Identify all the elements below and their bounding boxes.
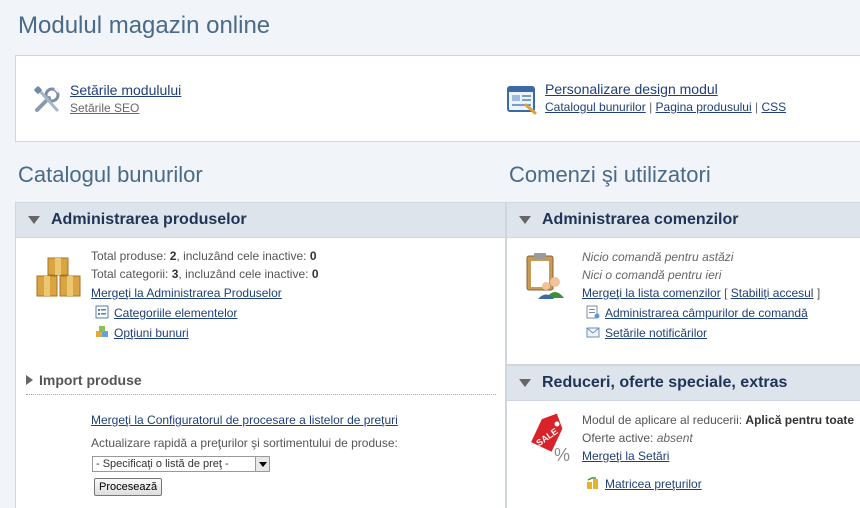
envelope-icon — [586, 327, 600, 338]
products-admin-title: Administrarea produselor — [51, 211, 247, 228]
import-products-toggle[interactable]: Import produse — [26, 372, 142, 388]
no-orders-yesterday-text: Nici o comandă pentru ieri — [582, 268, 722, 282]
seo-settings-link[interactable]: Setările SEO — [70, 101, 139, 115]
no-orders-today-text: Nicio comandă pentru astăzi — [582, 250, 734, 264]
separator: | — [754, 100, 759, 114]
collapse-triangle-icon[interactable] — [28, 216, 40, 224]
collapse-triangle-icon[interactable] — [519, 379, 531, 387]
expand-triangle-icon[interactable] — [26, 375, 33, 385]
notification-settings-link[interactable]: Setările notificărilor — [605, 326, 707, 340]
active-offers-label: Oferte active: — [582, 431, 657, 445]
form-fields-icon — [586, 305, 600, 319]
orders-admin-header[interactable]: Administrarea comenzilor — [507, 203, 860, 238]
design-window-icon — [507, 86, 537, 115]
price-list-select[interactable]: - Specificaţi o listă de preţ - — [92, 456, 270, 472]
total-categories-label: Total categorii: — [91, 267, 172, 281]
module-settings-link[interactable]: Setările modulului — [70, 82, 181, 99]
goto-orders-link[interactable]: Mergeţi la lista comenzilor — [582, 286, 721, 300]
orders-admin-title: Administrarea comenzilor — [542, 211, 739, 228]
module-settings-box: Setările modulului Setările SEO Personal… — [15, 55, 860, 142]
design-product-page-link[interactable]: Pagina produsului — [656, 100, 752, 114]
total-categories-line: Total categorii: 3, incluzând cele inact… — [91, 265, 319, 283]
import-products-title: Import produse — [39, 372, 142, 388]
design-catalog-link[interactable]: Catalogul bunurilor — [545, 100, 646, 114]
bracket-open: [ — [724, 286, 728, 300]
total-products-line: Total produse: 2, incluzând cele inactiv… — [91, 247, 317, 265]
total-products-inactive-value: 0 — [309, 249, 317, 263]
orders-section-title: Comenzi şi utilizatori — [509, 162, 711, 187]
tools-icon — [34, 86, 61, 112]
discounts-header[interactable]: Reduceri, oferte speciale, extras — [507, 366, 860, 401]
module-settings-item: Setările modulului Setările SEO — [31, 82, 181, 117]
total-categories-inactive-value: 0 — [311, 267, 319, 281]
collapse-triangle-icon[interactable] — [519, 216, 531, 224]
set-access-link[interactable]: Stabiliţi accesul — [731, 286, 814, 300]
cubes-icon — [96, 326, 108, 337]
active-offers-value: absent — [656, 431, 693, 445]
discount-mode-line: Modul de aplicare al reducerii: Aplică p… — [582, 411, 854, 429]
order-fields-link[interactable]: Administrarea câmpurilor de comandă — [605, 306, 808, 320]
clipboard-users-icon — [526, 253, 564, 299]
quick-update-text: Actualizare rapidă a preţurilor şi sorti… — [91, 436, 398, 450]
goto-settings-link[interactable]: Mergeţi la Setări — [582, 449, 669, 463]
total-categories-inactive-label: , incluzând cele inactive: — [178, 267, 312, 281]
total-products-label: Total produse: — [91, 249, 170, 263]
percent-sign: % — [554, 445, 570, 465]
catalog-section-title: Catalogul bunurilor — [18, 162, 203, 187]
process-button[interactable]: Procesează — [94, 478, 163, 496]
list-icon — [95, 305, 109, 319]
price-matrix-icon — [587, 477, 598, 489]
bracket-close: ] — [816, 286, 821, 300]
configurator-link[interactable]: Mergeţi la Configuratorul de procesare a… — [91, 413, 398, 427]
product-options-link[interactable]: Opţiuni bunuri — [114, 326, 189, 340]
boxes-icon — [36, 257, 81, 297]
products-admin-header[interactable]: Administrarea produselor — [16, 203, 505, 238]
divider — [26, 394, 496, 395]
price-matrix-link[interactable]: Matricea preţurilor — [605, 477, 702, 491]
goto-products-admin-link[interactable]: Mergeţi la Administrarea Produselor — [91, 286, 282, 300]
dropdown-arrow-icon[interactable] — [255, 457, 269, 471]
design-settings-link[interactable]: Personalizare design modul — [545, 81, 786, 98]
discounts-title: Reduceri, oferte speciale, extras — [542, 374, 788, 391]
page-title: Modulul magazin online — [18, 12, 271, 39]
sale-tag-icon: SALE % — [531, 414, 570, 465]
categories-link[interactable]: Categoriile elementelor — [114, 306, 237, 320]
design-settings-item: Personalizare design modul Catalogul bun… — [506, 81, 786, 116]
design-css-link[interactable]: CSS — [761, 100, 786, 114]
discount-mode-value: Aplică pentru toate — [745, 413, 855, 427]
active-offers-line: Oferte active: absent — [582, 429, 693, 447]
price-list-select-value: - Specificaţi o listă de preţ - — [96, 458, 229, 470]
separator: | — [649, 100, 653, 114]
discount-mode-label: Modul de aplicare al reducerii: — [582, 413, 746, 427]
total-products-inactive-label: , incluzând cele inactive: — [176, 249, 310, 263]
